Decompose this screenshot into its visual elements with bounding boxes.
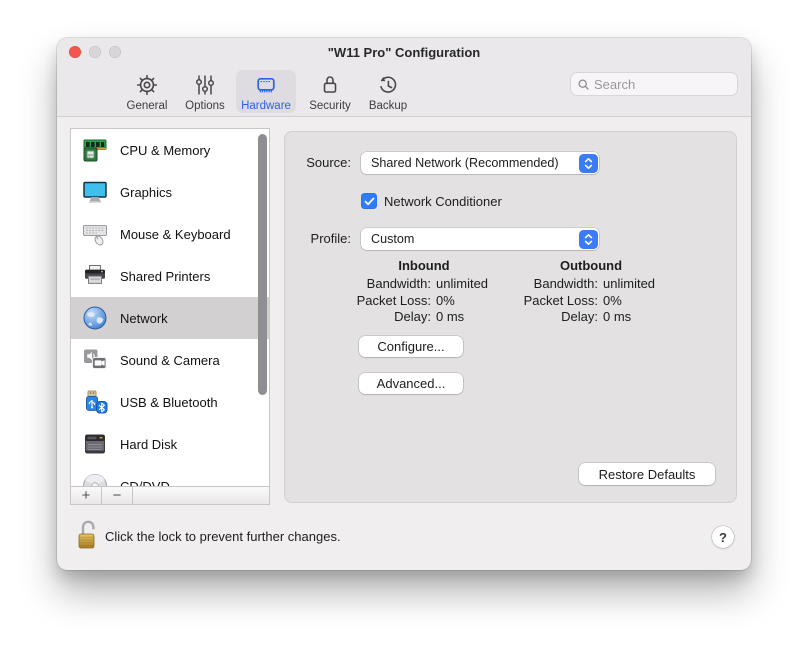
toolbar-tab-security[interactable]: Security — [304, 70, 356, 113]
sidebar-item-mouse-keyboard[interactable]: Mouse & Keyboard — [71, 213, 269, 255]
stat-label: Bandwidth: — [339, 276, 431, 291]
stat-label: Delay: — [339, 309, 431, 324]
hard-disk-icon — [81, 430, 109, 458]
sidebar-action-bar: + − — [71, 486, 269, 504]
toolbar-tab-label: General — [127, 100, 168, 112]
sidebar-item-label: USB & Bluetooth — [120, 395, 218, 410]
speaker-camera-icon — [81, 346, 109, 374]
keyboard-mouse-icon — [81, 220, 109, 248]
sidebar-item-shared-printers[interactable]: Shared Printers — [71, 255, 269, 297]
toolbar-tab-label: Security — [309, 100, 351, 112]
source-label: Source: — [285, 155, 351, 170]
network-conditioner-row: Network Conditioner — [361, 192, 502, 210]
popup-chevrons-icon — [579, 230, 598, 249]
stat-value: unlimited — [436, 276, 509, 291]
window-title: "W11 Pro" Configuration — [57, 45, 751, 60]
toolbar-tab-backup[interactable]: Backup — [364, 70, 412, 113]
sidebar-item-label: Network — [120, 311, 168, 326]
sidebar-item-label: Graphics — [120, 185, 172, 200]
help-button[interactable]: ? — [712, 526, 734, 548]
hardware-sidebar: cpu CPU & Memory Graphics — [70, 128, 270, 505]
stat-label: Packet Loss: — [339, 293, 431, 308]
stat-label: Bandwidth: — [506, 276, 598, 291]
cd-disc-icon — [81, 472, 109, 486]
source-popup-button[interactable]: Shared Network (Recommended) — [361, 152, 599, 174]
profile-popup-button[interactable]: Custom — [361, 228, 599, 250]
restore-defaults-button[interactable]: Restore Defaults — [579, 463, 715, 485]
inbound-title: Inbound — [339, 258, 509, 273]
toolbar-tab-label: Options — [185, 100, 225, 112]
sidebar-item-network[interactable]: Network — [71, 297, 269, 339]
sidebar-item-label: Mouse & Keyboard — [120, 227, 231, 242]
search-input[interactable] — [594, 77, 724, 92]
sidebar-item-usb-bluetooth[interactable]: USB & Bluetooth — [71, 381, 269, 423]
gear-icon — [134, 72, 160, 98]
printer-icon — [81, 262, 109, 290]
remove-device-button[interactable]: − — [102, 487, 133, 504]
outbound-stats: Outbound Bandwidth: unlimited Packet Los… — [506, 258, 676, 324]
outbound-title: Outbound — [506, 258, 676, 273]
source-value: Shared Network (Recommended) — [371, 156, 559, 170]
unlocked-padlock-icon[interactable] — [75, 518, 101, 554]
svg-text:cpu: cpu — [88, 153, 94, 157]
time-machine-icon — [375, 72, 401, 98]
sidebar-item-label: CD/DVD — [120, 479, 170, 487]
toolbar-tab-hardware[interactable]: Hardware — [236, 70, 296, 113]
search-icon — [577, 78, 590, 91]
profile-value: Custom — [371, 232, 414, 246]
stat-label: Delay: — [506, 309, 598, 324]
sliders-icon — [192, 72, 218, 98]
window-chrome: "W11 Pro" Configuration General — [57, 38, 751, 117]
sidebar-item-label: Sound & Camera — [120, 353, 220, 368]
advanced-button[interactable]: Advanced... — [359, 373, 463, 394]
stat-value: 0% — [436, 293, 509, 308]
ram-chip-icon: cpu — [81, 136, 109, 164]
usb-bluetooth-icon — [81, 388, 109, 416]
titlebar[interactable]: "W11 Pro" Configuration — [57, 38, 751, 66]
monitor-icon — [81, 178, 109, 206]
network-conditioner-checkbox[interactable] — [361, 193, 377, 209]
toolbar-tab-options[interactable]: Options — [181, 70, 229, 113]
search-field[interactable] — [570, 72, 738, 96]
hardware-list: cpu CPU & Memory Graphics — [71, 129, 269, 486]
sidebar-item-cpu-memory[interactable]: cpu CPU & Memory — [71, 129, 269, 171]
toolbar-tab-label: Hardware — [241, 100, 291, 112]
desktop-background: "W11 Pro" Configuration General — [0, 0, 806, 647]
toolbar: General Options — [57, 66, 751, 117]
sidebar-item-hard-disk[interactable]: Hard Disk — [71, 423, 269, 465]
sidebar-item-label: Shared Printers — [120, 269, 210, 284]
toolbar-tab-label: Backup — [369, 100, 407, 112]
lock-icon — [317, 72, 343, 98]
configuration-window: "W11 Pro" Configuration General — [57, 38, 751, 570]
chip-icon — [253, 72, 279, 98]
sidebar-item-label: Hard Disk — [120, 437, 177, 452]
sidebar-item-sound-camera[interactable]: Sound & Camera — [71, 339, 269, 381]
inbound-stats: Inbound Bandwidth: unlimited Packet Loss… — [339, 258, 509, 324]
popup-chevrons-icon — [579, 154, 598, 173]
configure-button[interactable]: Configure... — [359, 336, 463, 357]
stat-value: 0 ms — [603, 309, 676, 324]
network-settings-panel: Source: Shared Network (Recommended) Net… — [284, 131, 737, 503]
profile-label: Profile: — [285, 231, 351, 246]
sidebar-scrollbar[interactable] — [258, 134, 267, 395]
toolbar-tab-general[interactable]: General — [123, 70, 171, 113]
stat-value: 0 ms — [436, 309, 509, 324]
stat-label: Packet Loss: — [506, 293, 598, 308]
add-device-button[interactable]: + — [71, 487, 102, 504]
stat-value: unlimited — [603, 276, 676, 291]
globe-icon — [81, 304, 109, 332]
lock-hint-text: Click the lock to prevent further change… — [105, 529, 341, 544]
sidebar-item-cd-dvd[interactable]: CD/DVD — [71, 465, 269, 486]
sidebar-item-graphics[interactable]: Graphics — [71, 171, 269, 213]
sidebar-item-label: CPU & Memory — [120, 143, 210, 158]
stat-value: 0% — [603, 293, 676, 308]
network-conditioner-label: Network Conditioner — [384, 194, 502, 209]
